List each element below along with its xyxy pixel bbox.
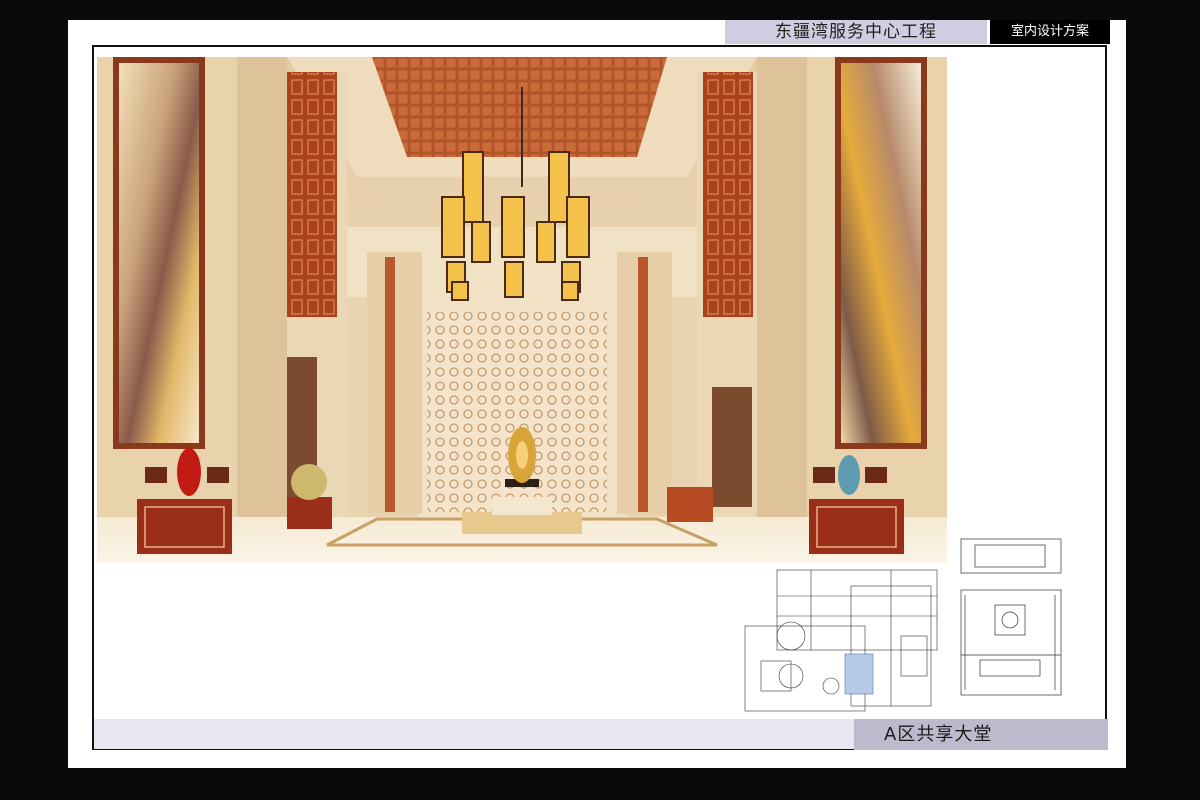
project-title: 东疆湾服务中心工程 bbox=[725, 20, 987, 44]
footer-strip bbox=[94, 719, 854, 749]
lobby-rendering bbox=[97, 57, 947, 563]
lobby-furniture-plan bbox=[955, 535, 1073, 705]
floor-plan-overview bbox=[741, 566, 944, 716]
area-caption: A区共享大堂 bbox=[854, 719, 1108, 750]
scheme-label: 室内设计方案 bbox=[990, 20, 1110, 44]
